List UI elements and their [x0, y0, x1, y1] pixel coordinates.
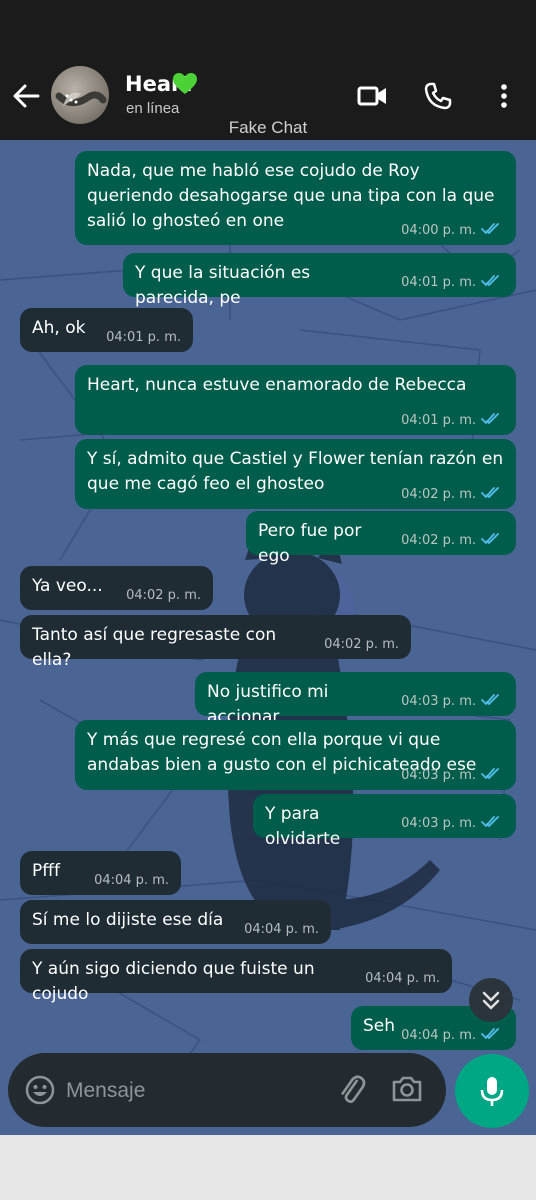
message-time: 04:04 p. m.: [365, 971, 440, 986]
status-bar: [0, 0, 536, 50]
outgoing-message[interactable]: No justifico mi accionar 04:03 p. m.: [195, 672, 516, 727]
message-composer[interactable]: Mensaje: [8, 1053, 446, 1127]
microphone-icon: [480, 1077, 504, 1106]
message-time: 04:01 p. m.: [401, 413, 476, 428]
outgoing-message[interactable]: Y para olvidarte 04:03 p. m.: [253, 794, 516, 849]
outgoing-message[interactable]: Y que la situación es parecida, pe 04:01 …: [123, 253, 516, 308]
chevrons-down-icon: [482, 991, 500, 1010]
double-check-icon: [481, 275, 499, 287]
message-text: Ah, ok: [32, 318, 86, 338]
incoming-message[interactable]: Y aún sigo diciendo que fuiste un cojudo…: [20, 949, 452, 1004]
message-time: 04:02 p. m.: [401, 487, 476, 502]
avatar[interactable]: [51, 66, 109, 124]
more-vert-icon[interactable]: [488, 80, 520, 112]
message-input[interactable]: Mensaje: [66, 1079, 145, 1103]
message-text: Seh: [363, 1016, 396, 1036]
message-time: 04:04 p. m.: [244, 922, 319, 937]
double-check-icon: [481, 1028, 499, 1040]
message-text: Y que la situación es parecida, pe: [135, 263, 311, 308]
double-check-icon: [481, 487, 499, 499]
incoming-message[interactable]: Ah, ok 04:01 p. m.: [20, 308, 193, 352]
mic-button[interactable]: [455, 1054, 529, 1128]
message-time: 04:02 p. m.: [324, 637, 399, 652]
arrow-left-icon[interactable]: [10, 80, 42, 112]
message-text: Sí me lo dijiste ese día: [32, 910, 224, 930]
message-text: Y para olvidarte: [265, 804, 341, 849]
message-time: 04:04 p. m.: [401, 1028, 476, 1043]
incoming-message[interactable]: Sí me lo dijiste ese día 04:04 p. m.: [20, 900, 331, 944]
phone-icon[interactable]: [422, 80, 454, 112]
incoming-message[interactable]: Tanto así que regresaste con ella? 04:02 …: [20, 615, 411, 670]
message-time: 04:03 p. m.: [401, 816, 476, 831]
video-call-icon[interactable]: [356, 80, 388, 112]
message-text: Y aún sigo diciendo que fuiste un cojudo: [32, 959, 315, 1004]
double-check-icon: [481, 768, 499, 780]
contact-status: en línea: [126, 100, 180, 117]
message-time: 04:00 p. m.: [401, 223, 476, 238]
outgoing-message[interactable]: Nada, que me habló ese cojudo de Roy que…: [75, 151, 516, 245]
scroll-down-button[interactable]: [469, 978, 513, 1022]
watermark: Fake Chat: [228, 118, 308, 137]
double-check-icon: [481, 413, 499, 425]
double-check-icon: [481, 694, 499, 706]
message-time: 04:01 p. m.: [401, 275, 476, 290]
double-check-icon: [481, 816, 499, 828]
outgoing-message[interactable]: Y más que regresé con ella porque vi que…: [75, 720, 516, 790]
green-heart-icon: [173, 73, 197, 94]
outgoing-message[interactable]: Pero fue por ego 04:02 p. m.: [246, 511, 516, 566]
message-time: 04:03 p. m.: [401, 694, 476, 709]
double-check-icon: [481, 223, 499, 235]
paperclip-icon[interactable]: [334, 1072, 368, 1106]
chat-screen: Heart en línea Nada, que me habló ese co…: [0, 0, 536, 1135]
incoming-message[interactable]: Ya veo... 04:02 p. m.: [20, 566, 213, 610]
emoji-icon[interactable]: [24, 1074, 56, 1106]
message-text: Pfff: [32, 861, 60, 881]
incoming-message[interactable]: Pfff 04:04 p. m.: [20, 851, 181, 895]
message-time: 04:04 p. m.: [94, 873, 169, 888]
message-time: 04:02 p. m.: [401, 533, 476, 548]
camera-icon[interactable]: [390, 1072, 424, 1106]
message-time: 04:02 p. m.: [126, 588, 201, 603]
double-check-icon: [481, 533, 499, 545]
outgoing-message[interactable]: Y sí, admito que Castiel y Flower tenían…: [75, 439, 516, 509]
message-time: 04:03 p. m.: [401, 768, 476, 783]
outgoing-message[interactable]: Heart, nunca estuve enamorado de Rebecca…: [75, 365, 516, 435]
chat-wallpaper: Nada, que me habló ese cojudo de Roy que…: [0, 140, 536, 1135]
message-text: Ya veo...: [32, 576, 103, 596]
message-text: Tanto así que regresaste con ella?: [32, 625, 277, 670]
message-text: Heart, nunca estuve enamorado de Rebecca: [87, 375, 467, 395]
message-text: Pero fue por ego: [258, 521, 362, 566]
message-time: 04:01 p. m.: [106, 330, 181, 345]
